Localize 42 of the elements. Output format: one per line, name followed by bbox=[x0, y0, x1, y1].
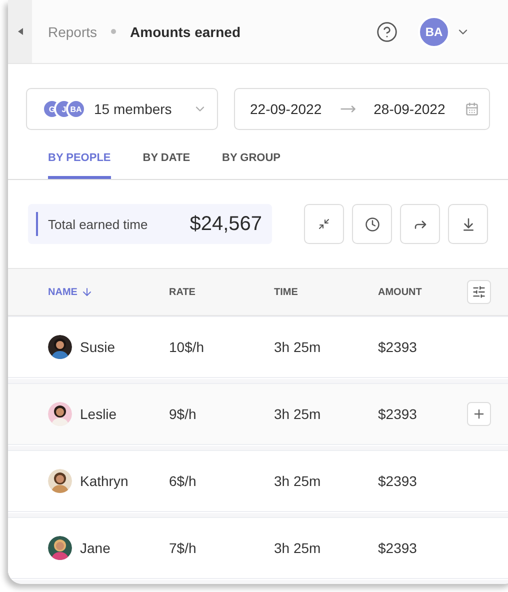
table-cell-text: 3h 25m bbox=[274, 540, 322, 556]
settings-button[interactable] bbox=[467, 280, 491, 304]
download-icon bbox=[460, 216, 476, 232]
table-cell-text: $2393 bbox=[378, 339, 418, 356]
table-cell-text: 3h 25m bbox=[274, 339, 322, 356]
column-header[interactable]: AMOUNT bbox=[378, 286, 467, 298]
download-button[interactable] bbox=[448, 204, 488, 244]
table-cell-text: 9$/h bbox=[169, 406, 198, 422]
date-range-field[interactable]: 22-09-2022 28-09-2022 bbox=[234, 88, 490, 130]
member-avatar: BA bbox=[66, 99, 86, 119]
plus-icon bbox=[472, 407, 486, 422]
table-cell-text: $2393 bbox=[378, 406, 418, 422]
summary-label: Total earned time bbox=[48, 216, 149, 232]
column-header[interactable]: NAME bbox=[48, 286, 169, 298]
column-header[interactable]: RATE bbox=[169, 286, 274, 298]
table-cell-text: 3h 25m bbox=[274, 406, 322, 422]
table-cell-text: $2393 bbox=[378, 540, 418, 556]
clock-button[interactable] bbox=[352, 204, 392, 244]
sliders-icon bbox=[472, 285, 486, 300]
table-cell-text: 10$/h bbox=[169, 339, 206, 356]
table-cell-text: 3h 25m bbox=[274, 473, 322, 490]
table-cell-text: $2393 bbox=[378, 473, 418, 490]
collapse-icon bbox=[318, 218, 330, 230]
table-cell-text: 6$/h bbox=[169, 473, 198, 490]
page-title: Amounts earned bbox=[130, 24, 240, 40]
sort-arrow-icon bbox=[81, 286, 94, 298]
tab[interactable]: BY DATE bbox=[142, 152, 190, 179]
table-cell-text: 7$/h bbox=[169, 540, 198, 556]
caret-icon bbox=[18, 28, 22, 35]
table-cell: Susie bbox=[80, 339, 116, 356]
tab[interactable]: BY PEOPLE bbox=[48, 152, 111, 179]
separator-dot bbox=[111, 29, 116, 34]
summary-value: $24,567 bbox=[190, 212, 262, 236]
tab[interactable]: BY GROUP bbox=[222, 152, 281, 179]
add-button[interactable] bbox=[467, 402, 491, 426]
clock-icon bbox=[364, 216, 380, 232]
table-cell: Kathryn bbox=[80, 473, 128, 490]
table-cell: Jane bbox=[80, 540, 110, 556]
column-header[interactable]: TIME bbox=[274, 286, 378, 298]
members-select[interactable]: G J BA 15 members bbox=[26, 88, 218, 130]
table-cell: Leslie bbox=[80, 406, 117, 422]
help-icon[interactable] bbox=[376, 20, 398, 42]
